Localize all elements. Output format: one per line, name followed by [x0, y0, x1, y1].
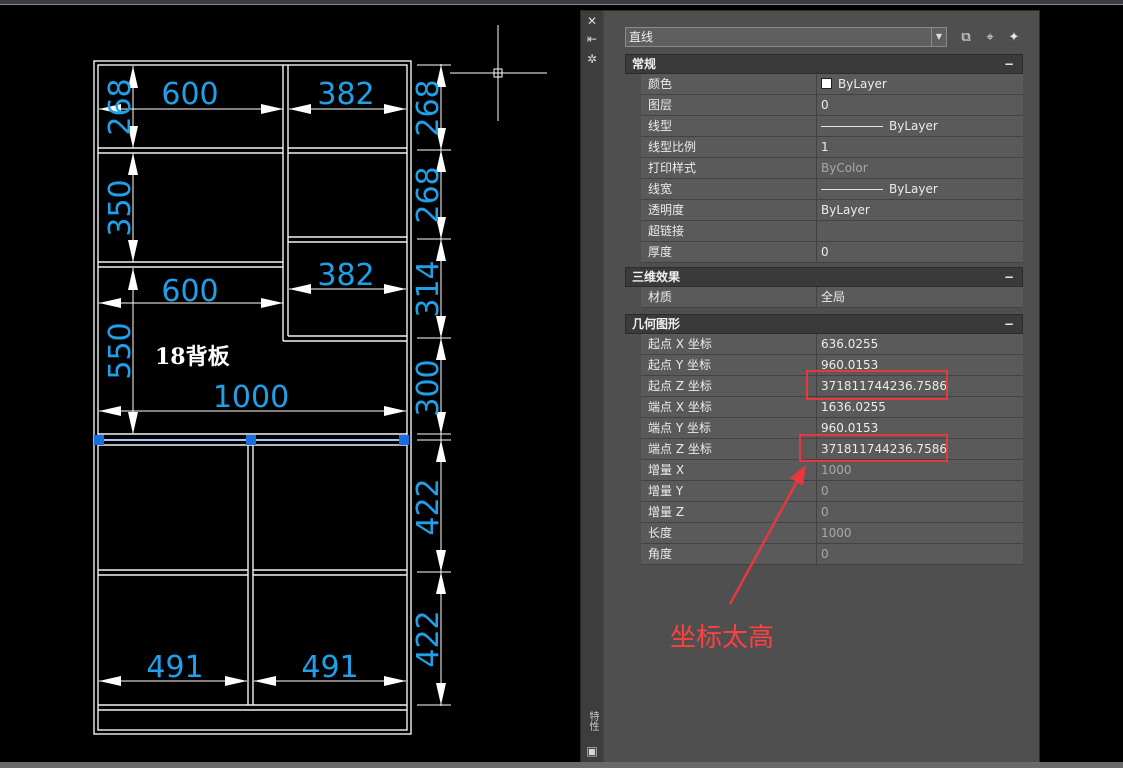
dim-text-bottom-right: 491 — [301, 650, 358, 685]
prop-row-material[interactable]: 材质 全局 — [641, 287, 1023, 308]
palette-title: 特性 — [587, 711, 598, 731]
toggle-pickadd-icon[interactable]: ⧉ — [957, 29, 975, 47]
dim-text-left-3: 550 — [103, 322, 138, 379]
grip-start[interactable] — [94, 435, 104, 445]
dim-text-right-1: 268 — [411, 79, 446, 136]
select-objects-icon[interactable]: ⌖ — [981, 29, 999, 47]
autohide-icon[interactable]: ⇤ — [584, 31, 600, 47]
section-general-rows: 颜色 ByLayer 图层 0 线型 ByLayer 线型比例 1 打印样式 ByColo… — [641, 74, 1023, 263]
section-general[interactable]: 常规 − — [625, 54, 1023, 74]
dim-text-right-4: 300 — [411, 359, 446, 416]
close-icon[interactable]: ✕ — [584, 13, 600, 29]
collapse-icon[interactable]: − — [1004, 315, 1014, 333]
section-general-title: 常规 — [632, 57, 657, 71]
prop-row-lineweight[interactable]: 线宽 ByLayer — [641, 179, 1023, 200]
object-type-select[interactable]: 直线 ▼ — [625, 27, 947, 47]
dim-text-right-2: 268 — [411, 166, 446, 223]
section-geometry[interactable]: 几何图形 − — [625, 314, 1023, 334]
highlight-end-z — [799, 434, 948, 462]
collapse-icon[interactable]: − — [1004, 268, 1014, 286]
crosshair-cursor — [450, 25, 547, 121]
prop-row-layer[interactable]: 图层 0 — [641, 95, 1023, 116]
prop-row-plotstyle[interactable]: 打印样式 ByColor — [641, 158, 1023, 179]
section-geometry-title: 几何图形 — [632, 317, 681, 331]
grip-end[interactable] — [399, 435, 409, 445]
quick-properties-icon[interactable]: ▣ — [584, 743, 600, 759]
dim-text-mid-left: 600 — [161, 274, 218, 309]
prop-row-delta-y[interactable]: 增量 Y0 — [641, 481, 1023, 502]
prop-row-color[interactable]: 颜色 ByLayer — [641, 74, 1023, 95]
dim-text-bottom-left: 491 — [146, 650, 203, 685]
bottom-status-strip — [0, 762, 1123, 768]
dim-text-left-2: 350 — [103, 179, 138, 236]
drawing-canvas[interactable]: 600 382 600 382 1000 491 491 268 350 550… — [0, 0, 580, 762]
collapse-icon[interactable]: − — [1004, 55, 1014, 73]
dim-text-mid-right: 382 — [317, 258, 374, 293]
dim-text-full-width: 1000 — [213, 380, 289, 415]
prop-row-hyperlink[interactable]: 超链接 — [641, 221, 1023, 242]
linetype-sample-icon — [821, 126, 883, 127]
highlight-start-z — [806, 370, 948, 400]
section-3d-rows: 材质 全局 — [641, 287, 1023, 308]
grip-midpoint[interactable] — [246, 435, 256, 445]
annotation-text: 坐标太高 — [670, 623, 775, 653]
section-3d-title: 三维效果 — [632, 270, 681, 284]
dim-text-right-3: 314 — [411, 260, 446, 317]
dim-text-right-5: 422 — [411, 478, 446, 535]
dim-text-top-left: 600 — [161, 77, 218, 112]
prop-row-delta-z[interactable]: 增量 Z0 — [641, 502, 1023, 523]
object-type-value: 直线 — [629, 30, 654, 44]
prop-row-angle[interactable]: 角度 0 — [641, 544, 1023, 565]
dim-text-left-1: 268 — [103, 78, 138, 135]
prop-row-linetype[interactable]: 线型 ByLayer — [641, 116, 1023, 137]
lineweight-sample-icon — [821, 189, 883, 190]
prop-row-end-x[interactable]: 端点 X 坐标 1636.0255 — [641, 397, 1023, 418]
dim-text-right-6: 422 — [411, 610, 446, 667]
palette-title-strip[interactable]: ✕ ⇤ ✲ 特性 ▣ — [581, 11, 603, 763]
prop-row-start-x[interactable]: 起点 X 坐标 636.0255 — [641, 334, 1023, 355]
prop-row-transparency[interactable]: 透明度 ByLayer — [641, 200, 1023, 221]
prop-row-thickness[interactable]: 厚度 0 — [641, 242, 1023, 263]
board-label: 18背板 — [155, 344, 231, 370]
prop-row-ltscale[interactable]: 线型比例 1 — [641, 137, 1023, 158]
color-swatch-icon — [821, 78, 832, 89]
section-3d-effects[interactable]: 三维效果 − — [625, 267, 1023, 287]
chevron-down-icon[interactable]: ▼ — [931, 28, 946, 46]
dim-text-top-right: 382 — [317, 77, 374, 112]
prop-row-length[interactable]: 长度 1000 — [641, 523, 1023, 544]
quick-select-icon[interactable]: ✦ — [1005, 29, 1023, 47]
prop-row-delta-x[interactable]: 增量 X 1000 — [641, 460, 1023, 481]
settings-icon[interactable]: ✲ — [584, 51, 600, 67]
